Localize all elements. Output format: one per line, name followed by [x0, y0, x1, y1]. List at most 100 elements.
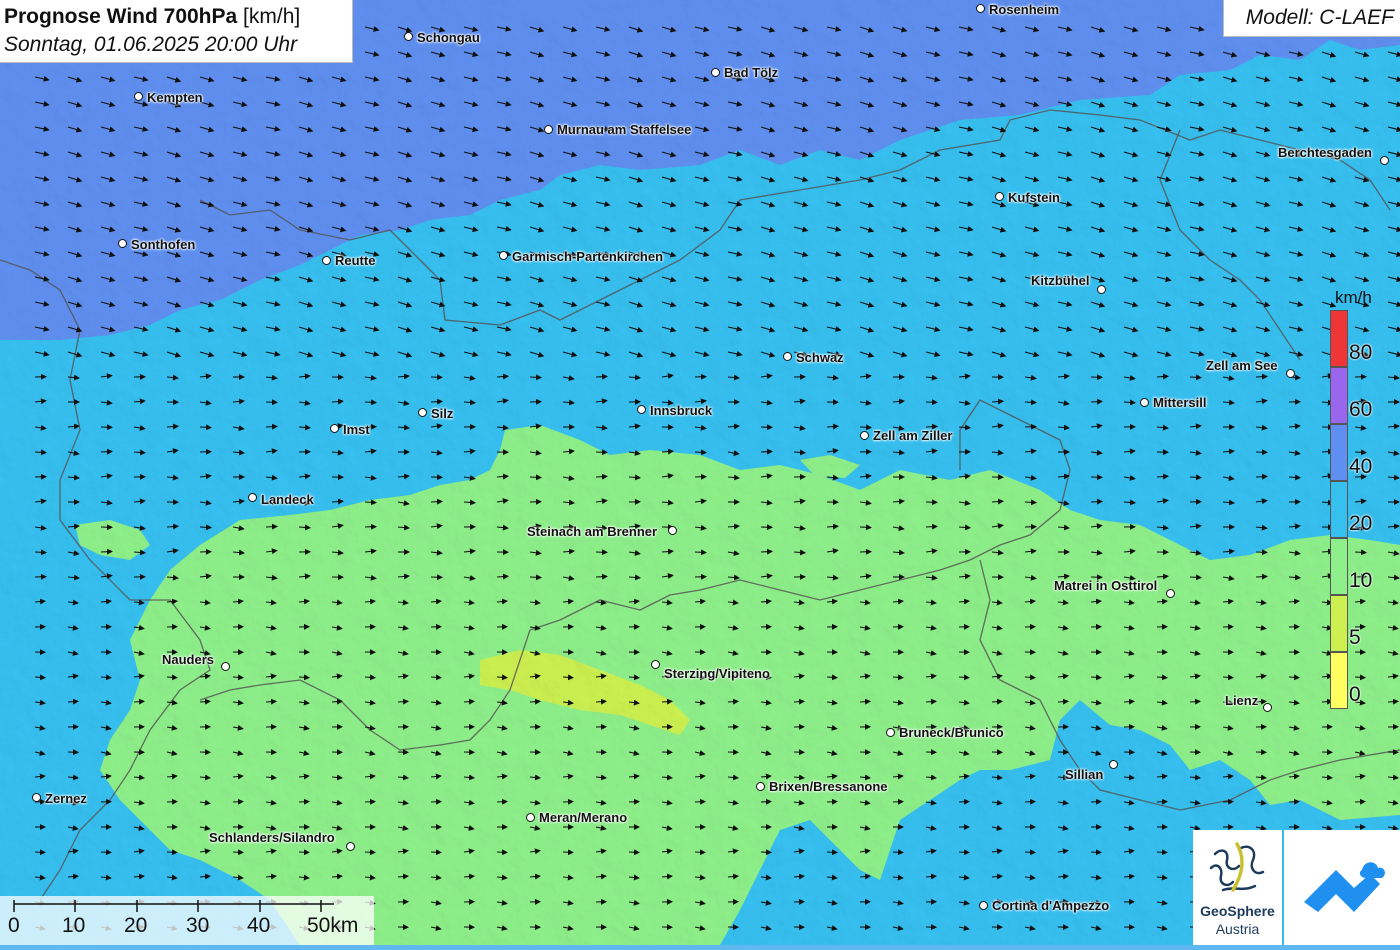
city-label: Schwaz — [796, 350, 844, 365]
city-label: Rosenheim — [989, 2, 1059, 17]
legend-label: 5 — [1349, 626, 1361, 650]
wind-arrow — [662, 701, 672, 702]
wind-arrow — [398, 701, 408, 702]
wind-arrow — [530, 477, 541, 478]
wind-arrow — [1256, 576, 1267, 577]
wind-arrow — [497, 802, 507, 803]
wind-arrow — [167, 852, 177, 853]
wind-arrow — [167, 677, 177, 678]
wind-arrow — [101, 802, 111, 803]
wind-arrow — [959, 852, 969, 853]
wind-arrow — [1157, 852, 1167, 853]
legend-label: 10 — [1349, 569, 1372, 593]
city-label: Imst — [343, 422, 370, 437]
city-label: Zell am See — [1206, 358, 1278, 373]
scale-label: 30 — [186, 914, 209, 938]
city-dot — [995, 192, 1004, 201]
city-dot — [976, 4, 985, 13]
wind-arrow — [464, 701, 474, 702]
legend-swatch — [1330, 310, 1348, 367]
wind-arrow — [563, 802, 573, 803]
city-label: Zernez — [45, 791, 87, 806]
wind-arrow — [1388, 701, 1398, 702]
wind-arrow — [365, 502, 376, 503]
legend-swatch — [1330, 481, 1348, 538]
legend-label: 60 — [1349, 398, 1372, 422]
wind-arrow — [1355, 802, 1365, 803]
wind-arrow — [695, 802, 705, 803]
wind-arrow — [200, 427, 211, 428]
wind-arrow — [1157, 802, 1167, 803]
wind-arrow — [35, 452, 46, 453]
wind-arrow — [1157, 677, 1167, 678]
city-label: Zell am Ziller — [873, 428, 952, 443]
wind-arrow — [596, 476, 607, 477]
wind-arrow — [35, 677, 45, 678]
wind-arrow — [563, 677, 573, 678]
city-dot — [783, 352, 792, 361]
wind-arrow — [1190, 377, 1201, 378]
wind-arrow — [596, 701, 606, 702]
scale-label: 50km — [307, 914, 358, 938]
wind-arrow — [629, 852, 639, 853]
city-dot — [1097, 285, 1106, 294]
scale-bar-ruler — [0, 896, 374, 916]
wind-arrow — [827, 802, 837, 803]
city-label: Landeck — [261, 492, 314, 507]
wind-arrow — [1025, 802, 1035, 803]
wind-arrow — [761, 551, 772, 552]
city-label: Murnau am Staffelsee — [557, 122, 691, 137]
city-dot — [756, 782, 765, 791]
city-label: Kufstein — [1008, 190, 1060, 205]
city-label: Lienz — [1225, 693, 1258, 708]
wind-arrow — [695, 452, 706, 453]
wind-arrow — [365, 677, 375, 678]
legend-unit: km/h — [1335, 288, 1372, 308]
wind-arrow — [860, 701, 870, 702]
city-label: Garmisch-Partenkirchen — [512, 249, 663, 264]
wind-arrow — [365, 402, 376, 403]
wind-arrow — [200, 701, 210, 702]
wind-map — [0, 0, 1400, 945]
wind-arrow — [431, 802, 441, 803]
wind-arrow — [530, 701, 540, 702]
city-dot — [1166, 589, 1175, 598]
wind-arrow — [1058, 701, 1068, 702]
wind-arrow — [959, 677, 969, 678]
wind-arrow — [497, 677, 507, 678]
city-label: Reutte — [335, 253, 375, 268]
map-title-unit: [km/h] — [243, 5, 300, 28]
city-dot — [1286, 369, 1295, 378]
city-dot — [544, 125, 553, 134]
wind-arrow — [761, 451, 772, 452]
city-dot — [32, 793, 41, 802]
wind-arrow — [926, 526, 937, 527]
wind-arrow — [728, 701, 738, 702]
city-label: Sillian — [1065, 767, 1103, 782]
city-label: Steinach am Brenner — [527, 524, 657, 539]
wind-arrow — [1091, 677, 1101, 678]
wind-arrow — [101, 551, 112, 552]
wind-arrow — [1289, 677, 1299, 678]
legend-swatch — [1330, 424, 1348, 481]
city-dot — [322, 256, 331, 265]
wind-arrow — [233, 852, 243, 853]
wind-arrow — [35, 552, 46, 553]
wind-arrow — [695, 552, 706, 553]
model-label: Modell: C-LAEF — [1246, 6, 1394, 30]
wind-arrow — [629, 677, 639, 678]
wind-arrow — [497, 852, 507, 853]
wind-arrow — [1190, 577, 1201, 578]
wind-arrow — [431, 852, 441, 853]
wind-arrow — [1256, 476, 1267, 477]
wind-arrow — [134, 701, 144, 702]
city-dot — [1380, 156, 1389, 165]
geosphere-name: GeoSphere — [1193, 903, 1282, 919]
city-dot — [418, 408, 427, 417]
title-box: Prognose Wind 700hPa [km/h] Sonntag, 01.… — [0, 0, 353, 63]
wind-arrow — [761, 802, 771, 803]
city-dot — [499, 251, 508, 260]
geosphere-sub: Austria — [1193, 921, 1282, 937]
wind-arrow — [1256, 376, 1267, 377]
city-label: Schlanders/Silandro — [209, 830, 335, 845]
